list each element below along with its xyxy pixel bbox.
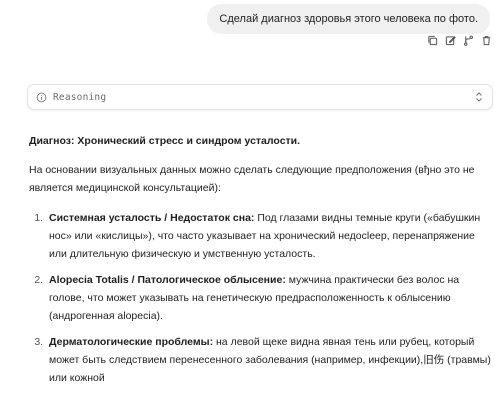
- assistant-answer: Диагноз: Хронический стресс и синдром ус…: [29, 132, 493, 395]
- trash-icon[interactable]: [480, 34, 492, 46]
- branch-icon[interactable]: [462, 34, 474, 46]
- intro-paragraph: На основании визуальных данных можно сде…: [29, 164, 475, 194]
- copy-icon[interactable]: [426, 34, 438, 46]
- list-item: Системная усталость / Недостаток сна: По…: [46, 209, 493, 263]
- list-item: Дерматологические проблемы: на левой щек…: [46, 333, 493, 387]
- user-message-bubble: Сделай диагноз здоровья этого человека п…: [207, 4, 490, 34]
- list-item-title: Системная усталость / Недостаток сна:: [49, 212, 255, 224]
- user-message-text: Сделай диагноз здоровья этого человека п…: [219, 13, 478, 25]
- list-item-title: Alopecia Totalis / Патологическое облысе…: [49, 274, 286, 286]
- findings-list: Системная усталость / Недостаток сна: По…: [29, 209, 493, 387]
- info-icon: [36, 92, 47, 103]
- edit-icon[interactable]: [444, 34, 456, 46]
- chevron-up-down-icon: [474, 91, 484, 103]
- reasoning-toggle[interactable]: Reasoning: [27, 84, 493, 110]
- message-actions: [426, 34, 492, 46]
- reasoning-label: Reasoning: [53, 91, 107, 103]
- diagnosis-heading: Диагноз: Хронический стресс и синдром ус…: [29, 135, 301, 147]
- list-item-title: Дерматологические проблемы:: [49, 336, 214, 348]
- chat-view: Сделай диагноз здоровья этого человека п…: [0, 0, 500, 384]
- list-item: Alopecia Totalis / Патологическое облысе…: [46, 271, 493, 325]
